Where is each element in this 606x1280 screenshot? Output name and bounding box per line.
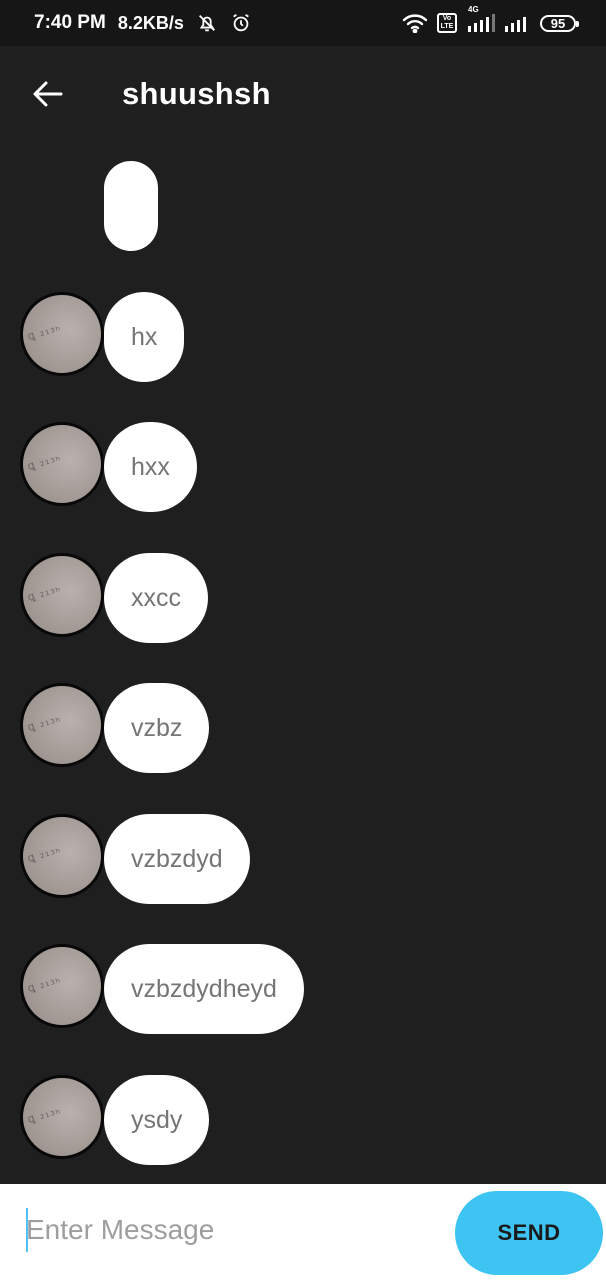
message-row: ꝗ ₂₁₃ₕ vzbzdyd [0, 814, 606, 904]
message-input[interactable] [26, 1206, 426, 1254]
status-right: Vo LTE 4G 95 [402, 5, 579, 33]
avatar[interactable]: ꝗ ₂₁₃ₕ [20, 683, 104, 767]
battery-level: 95 [550, 15, 566, 31]
message-bubble[interactable]: vzbz [104, 683, 210, 773]
avatar[interactable]: ꝗ ₂₁₃ₕ [20, 422, 104, 506]
message-bubble[interactable]: vzbzdydheyd [104, 944, 304, 1034]
status-time: 7:40 PM [34, 12, 106, 33]
volte-top: Vo [442, 15, 452, 22]
app-bar: shuushsh [0, 46, 606, 146]
volte-bottom: LTE [440, 23, 454, 30]
network-speed: 8.2KB/s [117, 12, 184, 33]
message-row: ꝗ ₂₁₃ₕ hx [0, 292, 606, 382]
message-row: ꝗ ₂₁₃ₕ hxx [0, 422, 606, 512]
message-composer: SEND [0, 1184, 606, 1280]
message-bubble[interactable] [104, 161, 158, 251]
volte-icon: Vo LTE [437, 13, 457, 33]
message-text: ysdy [131, 1105, 183, 1134]
message-text: vzbzdydheyd [131, 974, 277, 1003]
status-left: 7:40 PM 8.2KB/s [34, 12, 252, 34]
arrow-left-icon [33, 81, 63, 112]
message-row: ꝗ ₂₁₃ₕ xxcc [0, 553, 606, 643]
message-bubble[interactable]: xxcc [104, 553, 208, 643]
avatar[interactable]: ꝗ ₂₁₃ₕ [20, 944, 104, 1028]
message-row: ꝗ ₂₁₃ₕ ysdy [0, 1075, 606, 1165]
message-text: vzbzdyd [131, 844, 223, 873]
message-text: hx [131, 322, 158, 351]
back-button[interactable] [28, 76, 68, 116]
message-bubble[interactable]: vzbzdyd [104, 814, 250, 904]
avatar[interactable]: ꝗ ₂₁₃ₕ [20, 1075, 104, 1159]
message-bubble[interactable]: ysdy [104, 1075, 210, 1165]
mute-icon [196, 12, 218, 34]
avatar[interactable]: ꝗ ₂₁₃ₕ [20, 553, 104, 637]
signal-icon [505, 14, 531, 32]
page-title: shuushsh [122, 76, 271, 111]
message-text: vzbz [131, 713, 183, 742]
message-bubble[interactable]: hx [104, 292, 185, 382]
message-text: hxx [131, 452, 170, 481]
message-row: ꝗ ₂₁₃ₕ vzbz [0, 683, 606, 773]
message-text: xxcc [131, 583, 181, 612]
avatar[interactable]: ꝗ ₂₁₃ₕ [20, 814, 104, 898]
status-bar: 7:40 PM 8.2KB/s Vo LTE 4G 95 [0, 0, 606, 46]
chat-screen: 7:40 PM 8.2KB/s Vo LTE 4G 95 shuushsh ꝗ … [0, 0, 606, 1280]
wifi-icon [402, 13, 428, 33]
battery-icon: 95 [540, 14, 579, 32]
message-row [0, 161, 606, 251]
message-list[interactable]: ꝗ ₂₁₃ₕ hx ꝗ ₂₁₃ₕ hxx ꝗ ₂₁₃ₕ xxcc ꝗ ₂₁₃ₕ … [0, 146, 606, 1184]
alarm-icon [230, 12, 252, 34]
avatar[interactable]: ꝗ ₂₁₃ₕ [20, 292, 104, 376]
signal-icon-4g: 4G [466, 5, 496, 32]
message-bubble[interactable]: hxx [104, 422, 197, 512]
message-row: ꝗ ₂₁₃ₕ vzbzdydheyd [0, 944, 606, 1034]
network-type: 4G [468, 5, 479, 14]
send-button[interactable]: SEND [455, 1191, 603, 1275]
